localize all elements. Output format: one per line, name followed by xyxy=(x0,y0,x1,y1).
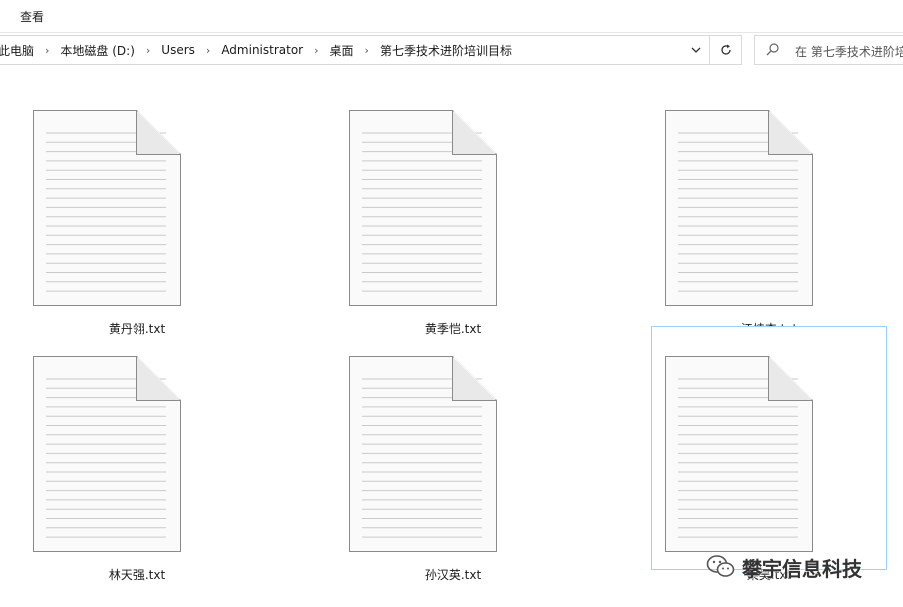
address-history-button[interactable] xyxy=(684,36,708,64)
chevron-right-icon[interactable]: › xyxy=(356,44,378,57)
text-file-icon xyxy=(349,355,498,556)
file-item[interactable]: 黄丹翎.txt xyxy=(19,80,255,336)
file-item[interactable]: 黄季恺.txt xyxy=(335,80,571,336)
tab-view[interactable]: 查看 xyxy=(20,8,44,25)
search-input[interactable]: 在 第七季技术进阶培训目标 xyxy=(795,43,903,60)
refresh-button[interactable] xyxy=(709,36,742,64)
text-file-icon xyxy=(665,109,814,310)
file-list: 黄丹翎.txt 黄季恺.txt 江炜杰.txt 林天强.txt 孙汉英.txt 梁昊.tx… xyxy=(0,66,903,607)
breadcrumb-administrator[interactable]: Administrator xyxy=(219,43,305,57)
file-item[interactable]: 林天强.txt xyxy=(19,326,255,582)
chevron-right-icon[interactable]: › xyxy=(137,44,159,57)
search-icon xyxy=(765,42,780,60)
text-file-icon xyxy=(349,109,498,310)
watermark-text: 攀宇信息科技 xyxy=(742,556,862,581)
file-item[interactable]: 孙汉英.txt xyxy=(335,326,571,582)
search-box[interactable]: 在 第七季技术进阶培训目标 xyxy=(754,35,903,65)
text-file-icon xyxy=(33,109,182,310)
chevron-down-icon xyxy=(691,47,701,53)
file-item[interactable]: 江炜杰.txt xyxy=(651,80,887,336)
breadcrumb-desktop[interactable]: 桌面 xyxy=(328,42,356,59)
address-bar[interactable]: 此电脑 › 本地磁盘 (D:) › Users › Administrator … xyxy=(0,35,742,65)
file-name: 孙汉英.txt xyxy=(424,568,482,582)
chevron-right-icon[interactable]: › xyxy=(36,44,58,57)
ribbon: 查看 xyxy=(0,0,903,33)
breadcrumb-local-disk[interactable]: 本地磁盘 (D:) xyxy=(58,42,136,59)
file-item[interactable]: 梁昊.txt xyxy=(651,326,887,582)
breadcrumb-this-pc[interactable]: 此电脑 xyxy=(0,42,36,59)
breadcrumb-current-folder[interactable]: 第七季技术进阶培训目标 xyxy=(378,42,514,59)
chevron-right-icon[interactable]: › xyxy=(197,44,219,57)
watermark: 攀宇信息科技 xyxy=(706,550,862,584)
wechat-icon xyxy=(706,555,735,577)
breadcrumb: 此电脑 › 本地磁盘 (D:) › Users › Administrator … xyxy=(0,36,680,64)
breadcrumb-users[interactable]: Users xyxy=(159,43,197,57)
chevron-right-icon[interactable]: › xyxy=(305,44,327,57)
file-name: 林天强.txt xyxy=(108,568,166,582)
text-file-icon xyxy=(665,355,814,556)
refresh-icon xyxy=(721,44,731,55)
text-file-icon xyxy=(33,355,182,556)
